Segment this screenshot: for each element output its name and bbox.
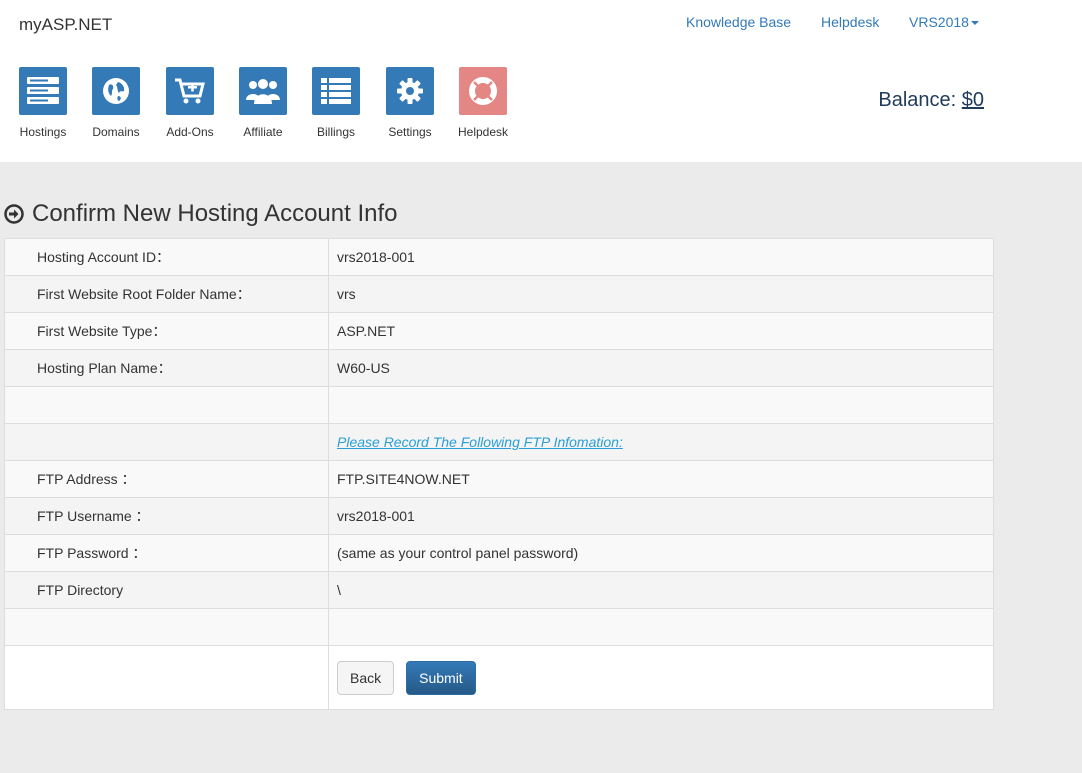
button-row: Back Submit: [4, 645, 994, 710]
row-label: Hosting Plan Name：: [4, 349, 329, 387]
nav-label: Settings: [388, 125, 432, 139]
row-value: \: [328, 571, 994, 609]
nav-helpdesk[interactable]: Helpdesk: [448, 67, 518, 139]
row-label: FTP Address ：: [4, 460, 329, 498]
row-value: FTP.SITE4NOW.NET: [328, 460, 994, 498]
row-label: [4, 608, 329, 646]
row-label: FTP Username ：: [4, 497, 329, 535]
row-value: W60-US: [328, 349, 994, 387]
globe-icon: [92, 67, 140, 115]
row-value: vrs2018-001: [328, 497, 994, 535]
table-row: FTP Directory \: [4, 571, 994, 609]
table-row: Hosting Account ID： vrs2018-001: [4, 238, 994, 276]
list-icon: [312, 67, 360, 115]
balance-amount-link[interactable]: $0: [962, 89, 984, 111]
table-row: [4, 608, 994, 646]
row-value: vrs: [328, 275, 994, 313]
account-info-table: Hosting Account ID： vrs2018-001 First We…: [4, 238, 994, 710]
cart-plus-icon: [166, 67, 214, 115]
balance-label: Balance:: [878, 89, 962, 111]
row-value: Please Record The Following FTP Infomati…: [328, 423, 994, 461]
submit-button[interactable]: Submit: [406, 660, 476, 695]
balance: Balance: $0: [878, 89, 984, 112]
row-label: FTP Password ：: [4, 534, 329, 572]
nav-domains[interactable]: Domains: [81, 67, 151, 139]
arrow-circle-right-icon: [4, 204, 24, 224]
row-actions: Back Submit: [328, 645, 994, 710]
account-name: VRS2018: [909, 14, 969, 30]
header: myASP.NET Knowledge Base Helpdesk VRS201…: [0, 0, 1082, 162]
nav-hostings[interactable]: Hostings: [8, 67, 78, 139]
row-value: vrs2018-001: [328, 238, 994, 276]
row-label: First Website Type：: [4, 312, 329, 350]
table-row: [4, 386, 994, 424]
row-value: [328, 386, 994, 424]
account-dropdown[interactable]: VRS2018: [909, 14, 979, 30]
gear-icon: [386, 67, 434, 115]
server-icon: [19, 67, 67, 115]
row-label: First Website Root Folder Name：: [4, 275, 329, 313]
page-title: Confirm New Hosting Account Info: [4, 200, 398, 228]
caret-down-icon: [970, 21, 979, 26]
ftp-info-link[interactable]: Please Record The Following FTP Infomati…: [337, 434, 623, 450]
back-button[interactable]: Back: [337, 660, 395, 695]
table-row: FTP Address ： FTP.SITE4NOW.NET: [4, 460, 994, 498]
row-label: [4, 645, 329, 710]
nav-label: Add-Ons: [166, 125, 214, 139]
nav-label: Billings: [316, 125, 355, 139]
nav-settings[interactable]: Settings: [375, 67, 445, 139]
nav-label: Affiliate: [243, 125, 283, 139]
row-label: FTP Directory: [4, 571, 329, 609]
lifebuoy-icon: [459, 67, 507, 115]
table-row: FTP Username ： vrs2018-001: [4, 497, 994, 535]
nav-add-ons[interactable]: Add-Ons: [155, 67, 225, 139]
table-row: Hosting Plan Name： W60-US: [4, 349, 994, 387]
nav-billings[interactable]: Billings: [301, 67, 371, 139]
nav-label: Helpdesk: [457, 125, 509, 139]
table-row: First Website Root Folder Name： vrs: [4, 275, 994, 313]
row-label: Hosting Account ID：: [4, 238, 329, 276]
nav-affiliate[interactable]: Affiliate: [228, 67, 298, 139]
table-row: First Website Type： ASP.NET: [4, 312, 994, 350]
row-label: [4, 386, 329, 424]
nav-label: Hostings: [19, 125, 67, 139]
page-title-text: Confirm New Hosting Account Info: [32, 200, 398, 227]
row-value: [328, 608, 994, 646]
row-label: [4, 423, 329, 461]
users-icon: [239, 67, 287, 115]
row-value: ASP.NET: [328, 312, 994, 350]
helpdesk-link[interactable]: Helpdesk: [821, 14, 879, 30]
nav-label: Domains: [92, 125, 140, 139]
row-value: (same as your control panel password): [328, 534, 994, 572]
top-nav: Knowledge Base Helpdesk VRS2018: [0, 14, 1082, 34]
knowledge-base-link[interactable]: Knowledge Base: [686, 14, 791, 30]
table-row: FTP Password ： (same as your control pan…: [4, 534, 994, 572]
table-row: Please Record The Following FTP Infomati…: [4, 423, 994, 461]
